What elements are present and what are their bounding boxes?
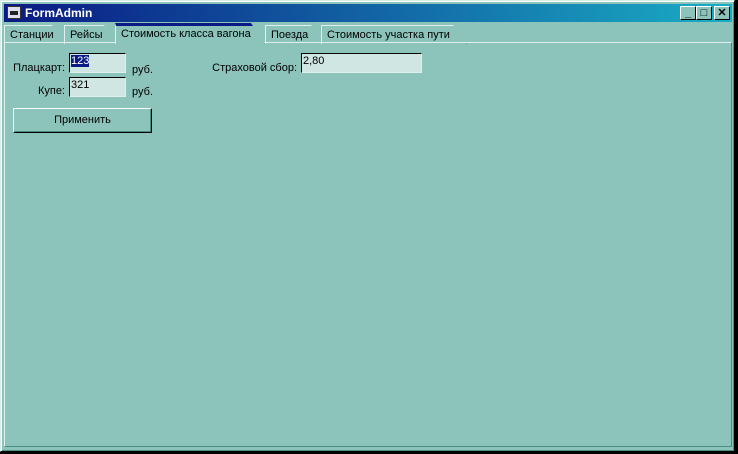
tab-panel (4, 42, 732, 447)
platskart-input[interactable]: 123 (69, 53, 126, 73)
title-bar[interactable]: FormAdmin _ □ ✕ (4, 4, 732, 22)
form-admin-window: FormAdmin _ □ ✕ Станции Рейсы Стоимость … (0, 0, 735, 452)
tab-bar: Станции Рейсы Стоимость класса вагона По… (4, 23, 732, 43)
window-title: FormAdmin (25, 6, 93, 20)
app-icon[interactable] (7, 6, 21, 19)
platskart-value: 123 (71, 55, 90, 67)
insurance-input[interactable]: 2,80 (301, 53, 422, 73)
platskart-currency: руб. (132, 64, 153, 76)
maximize-button[interactable]: □ (696, 6, 712, 20)
apply-button[interactable]: Применить (13, 108, 152, 133)
minimize-button[interactable]: _ (680, 6, 696, 20)
insurance-label: Страховой сбор: (212, 62, 297, 74)
kupe-label: Купе: (37, 85, 65, 97)
tab-car-class-cost[interactable]: Стоимость класса вагона (115, 23, 265, 44)
platskart-label: Плацкарт: (13, 62, 65, 74)
kupe-input[interactable]: 321 (69, 77, 126, 97)
close-button[interactable]: ✕ (714, 6, 730, 20)
kupe-currency: руб. (132, 86, 153, 98)
